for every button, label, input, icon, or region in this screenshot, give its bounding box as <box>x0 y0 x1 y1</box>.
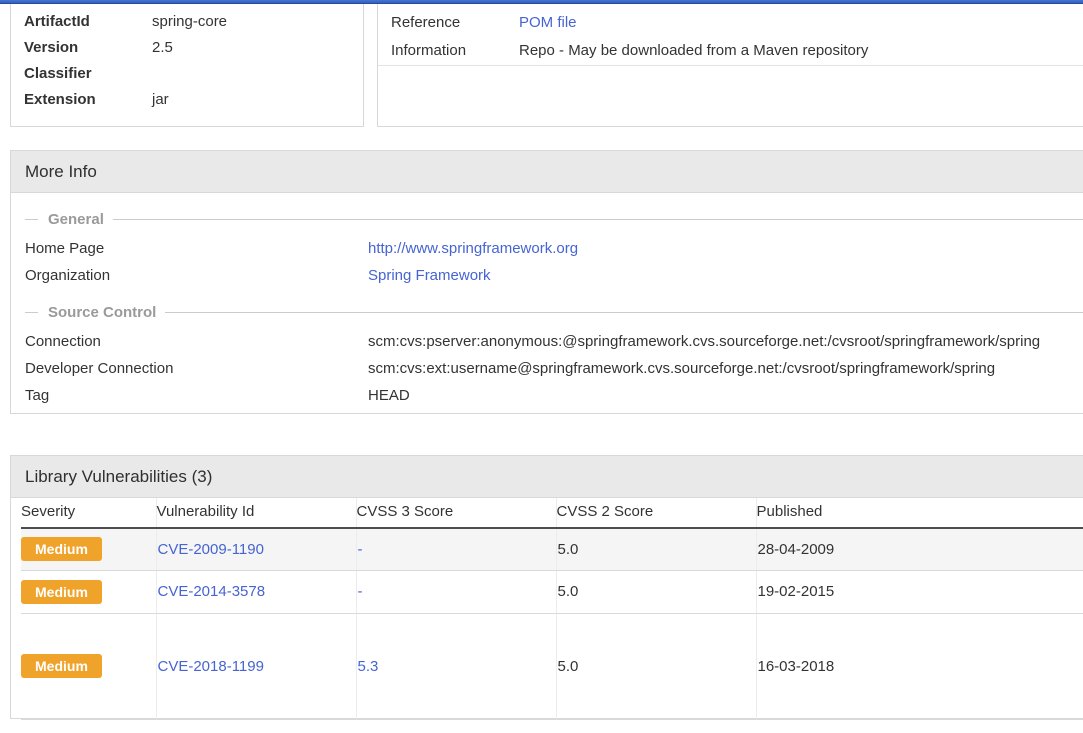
information-row: Information Repo - May be downloaded fro… <box>391 37 1083 65</box>
developer-connection-value: scm:cvs:ext:username@springframework.cvs… <box>368 355 1083 382</box>
classifier-label: Classifier <box>24 61 152 87</box>
extension-value: jar <box>152 87 350 113</box>
tag-row: Tag HEAD <box>25 382 1083 409</box>
table-row: Medium CVE-2009-1190 - 5.0 28-04-2009 <box>21 528 1083 570</box>
version-label: Version <box>24 35 152 61</box>
reference-box: Reference POM file Information Repo - Ma… <box>377 4 1083 127</box>
more-info-title: More Info <box>11 151 1083 193</box>
severity-badge: Medium <box>21 654 102 678</box>
vulnerability-id-link[interactable]: CVE-2009-1190 <box>158 541 264 558</box>
general-legend: General <box>25 209 1083 229</box>
artifactid-label: ArtifactId <box>24 9 152 35</box>
cvss3-score-link[interactable]: 5.3 <box>358 658 379 675</box>
vulnerabilities-table: Severity Vulnerability Id CVSS 3 Score C… <box>21 498 1083 720</box>
artifact-coordinates-box: ArtifactId spring-core Version 2.5 Class… <box>10 4 364 127</box>
legend-rule <box>165 312 1083 313</box>
legend-dash <box>25 219 38 220</box>
source-control-legend: Source Control <box>25 302 1083 322</box>
developer-connection-label: Developer Connection <box>25 355 368 382</box>
col-published: Published <box>756 498 1083 528</box>
cvss2-score-value: 5.0 <box>558 583 579 600</box>
information-value: Repo - May be downloaded from a Maven re… <box>519 37 1083 65</box>
reference-rows: Reference POM file Information Repo - Ma… <box>378 4 1083 65</box>
legend-rule <box>113 219 1083 220</box>
developer-connection-row: Developer Connection scm:cvs:ext:usernam… <box>25 355 1083 382</box>
published-date: 28-04-2009 <box>758 541 835 558</box>
organization-label: Organization <box>25 262 368 289</box>
severity-badge: Medium <box>21 580 102 604</box>
organization-link[interactable]: Spring Framework <box>368 267 491 284</box>
tag-value: HEAD <box>368 382 1083 409</box>
connection-label: Connection <box>25 328 368 355</box>
artifact-row: ArtifactId spring-core <box>24 9 350 35</box>
vulnerabilities-panel: Library Vulnerabilities (3) Severity Vul… <box>10 455 1083 719</box>
version-row: Version 2.5 <box>24 35 350 61</box>
general-legend-label: General <box>38 211 113 228</box>
more-info-panel: More Info General Home Page http://www.s… <box>10 150 1083 414</box>
connection-row: Connection scm:cvs:pserver:anonymous:@sp… <box>25 328 1083 355</box>
extension-row: Extension jar <box>24 87 350 113</box>
vulnerabilities-table-wrap: Severity Vulnerability Id CVSS 3 Score C… <box>11 498 1083 720</box>
classifier-value <box>152 61 350 87</box>
cvss3-score-link[interactable]: - <box>358 583 363 600</box>
vulnerability-id-link[interactable]: CVE-2018-1199 <box>158 658 264 675</box>
table-header-row: Severity Vulnerability Id CVSS 3 Score C… <box>21 498 1083 528</box>
table-row: Medium CVE-2014-3578 - 5.0 19-02-2015 <box>21 570 1083 613</box>
version-value: 2.5 <box>152 35 350 61</box>
connection-value: scm:cvs:pserver:anonymous:@springframewo… <box>368 328 1083 355</box>
page: ArtifactId spring-core Version 2.5 Class… <box>0 0 1083 733</box>
cvss2-score-value: 5.0 <box>558 658 579 675</box>
pom-file-link[interactable]: POM file <box>519 14 577 31</box>
reference-label: Reference <box>391 9 519 37</box>
artifactid-value: spring-core <box>152 9 350 35</box>
more-info-body: General Home Page http://www.springframe… <box>11 193 1083 409</box>
col-cvss3-score: CVSS 3 Score <box>356 498 556 528</box>
source-control-legend-label: Source Control <box>38 304 165 321</box>
classifier-row: Classifier <box>24 61 350 87</box>
vulnerabilities-title: Library Vulnerabilities (3) <box>11 456 1083 498</box>
col-vulnerability-id: Vulnerability Id <box>156 498 356 528</box>
tag-label: Tag <box>25 382 368 409</box>
home-page-link[interactable]: http://www.springframework.org <box>368 240 578 257</box>
published-date: 16-03-2018 <box>758 658 835 675</box>
information-label: Information <box>391 37 519 65</box>
col-severity: Severity <box>21 498 156 528</box>
reference-box-divider <box>378 65 1083 66</box>
cvss2-score-value: 5.0 <box>558 541 579 558</box>
published-date: 19-02-2015 <box>758 583 835 600</box>
vulnerability-id-link[interactable]: CVE-2014-3578 <box>158 583 266 600</box>
extension-label: Extension <box>24 87 152 113</box>
col-cvss2-score: CVSS 2 Score <box>556 498 756 528</box>
legend-dash <box>25 312 38 313</box>
home-page-label: Home Page <box>25 235 368 262</box>
table-row: Medium CVE-2018-1199 5.3 5.0 16-03-2018 <box>21 613 1083 719</box>
organization-row: Organization Spring Framework <box>25 262 1083 289</box>
severity-badge: Medium <box>21 537 102 561</box>
cvss3-score-link[interactable]: - <box>358 541 363 558</box>
home-page-row: Home Page http://www.springframework.org <box>25 235 1083 262</box>
reference-row: Reference POM file <box>391 9 1083 37</box>
